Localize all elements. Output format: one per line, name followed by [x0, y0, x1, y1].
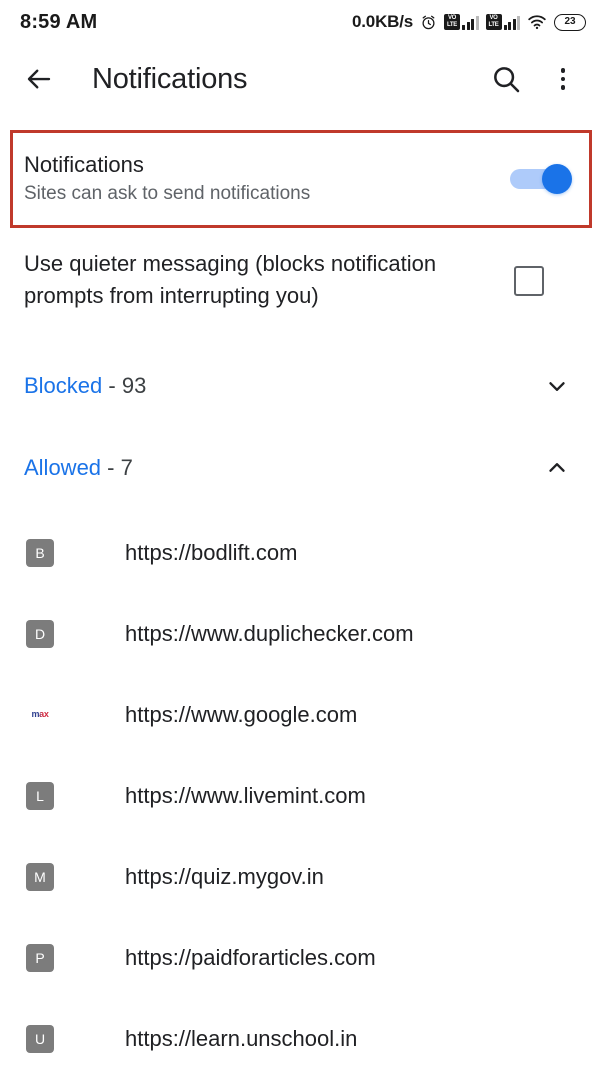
sim1-signal-group: VO LTE: [444, 14, 479, 30]
app-bar: Notifications: [0, 44, 600, 114]
master-toggle-title: Notifications: [24, 152, 144, 177]
list-item[interactable]: D https://www.duplichecker.com: [0, 593, 600, 674]
status-bar-clock: 8:59 AM: [20, 10, 98, 33]
status-bar-indicators: 0.0KB/s VO LTE VO LTE 23: [352, 12, 586, 32]
group-header-allowed[interactable]: Allowed - 7: [0, 443, 600, 493]
site-favicon-icon: L: [26, 781, 54, 810]
battery-icon: 23: [554, 13, 586, 31]
list-item[interactable]: max https://www.google.com: [0, 674, 600, 755]
site-url: https://paidforarticles.com: [125, 944, 376, 970]
group-allowed-label: Allowed - 7: [24, 454, 544, 482]
site-url: https://bodlift.com: [125, 539, 298, 565]
allowed-sites-list: B https://bodlift.com D https://www.dupl…: [0, 512, 600, 1076]
group-header-blocked[interactable]: Blocked - 93: [0, 361, 600, 411]
group-allowed-name: Allowed: [24, 455, 102, 480]
page-title: Notifications: [92, 62, 248, 95]
network-speed-text: 0.0KB/s: [352, 12, 413, 31]
group-blocked-count: - 93: [108, 373, 147, 398]
notifications-toggle-switch[interactable]: [510, 161, 572, 197]
quieter-messaging-checkbox[interactable]: [514, 266, 544, 296]
site-url: https://quiz.mygov.in: [125, 863, 324, 889]
master-toggle-subtitle: Sites can ask to send notifications: [24, 183, 311, 204]
list-item[interactable]: P https://paidforarticles.com: [0, 917, 600, 998]
site-favicon-icon: B: [26, 538, 54, 567]
group-allowed-count: - 7: [107, 455, 133, 480]
site-favicon-icon: max: [26, 701, 54, 729]
list-item[interactable]: L https://www.livemint.com: [0, 755, 600, 836]
toggle-thumb: [542, 164, 572, 194]
alarm-clock-icon: [422, 15, 435, 29]
search-icon[interactable]: [490, 63, 522, 95]
quieter-messaging-row[interactable]: Use quieter messaging (blocks notificati…: [0, 248, 600, 312]
phone-screen: 8:59 AM 0.0KB/s VO LTE VO LTE 23 Notific…: [0, 0, 600, 1076]
sim2-signal-group: VO LTE: [485, 14, 520, 30]
status-bar: 8:59 AM 0.0KB/s VO LTE VO LTE 23: [0, 0, 600, 44]
master-toggle-text: Notifications Sites can ask to send noti…: [24, 151, 510, 207]
site-favicon-label: max: [26, 709, 54, 719]
sim1-signal-bars: [462, 15, 479, 30]
list-item[interactable]: M https://quiz.mygov.in: [0, 836, 600, 917]
back-arrow-icon[interactable]: [24, 64, 54, 94]
site-url: https://www.livemint.com: [125, 782, 366, 808]
chevron-up-icon[interactable]: [544, 455, 570, 481]
site-favicon-icon: D: [26, 619, 54, 648]
site-url: https://learn.unschool.in: [125, 1025, 358, 1051]
sim1-volte-icon: VO LTE: [444, 14, 460, 30]
site-url: https://www.google.com: [125, 701, 358, 727]
battery-level-text: 23: [564, 16, 576, 27]
more-vertical-icon[interactable]: [548, 63, 578, 95]
site-favicon-icon: P: [26, 943, 54, 972]
chevron-down-icon[interactable]: [544, 373, 570, 399]
group-blocked-label: Blocked - 93: [24, 372, 544, 400]
list-item[interactable]: U https://learn.unschool.in: [0, 998, 600, 1076]
group-blocked-name: Blocked: [24, 373, 103, 398]
site-favicon-icon: M: [26, 862, 54, 891]
sim2-signal-bars: [503, 15, 520, 30]
list-item[interactable]: B https://bodlift.com: [0, 512, 600, 593]
sim2-volte-icon: VO LTE: [485, 14, 502, 30]
wifi-icon: [528, 15, 546, 30]
notifications-master-toggle-row[interactable]: Notifications Sites can ask to send noti…: [0, 133, 600, 225]
site-favicon-icon: U: [26, 1024, 54, 1053]
quieter-messaging-label: Use quieter messaging (blocks notificati…: [24, 251, 437, 308]
site-url: https://www.duplichecker.com: [125, 620, 414, 646]
